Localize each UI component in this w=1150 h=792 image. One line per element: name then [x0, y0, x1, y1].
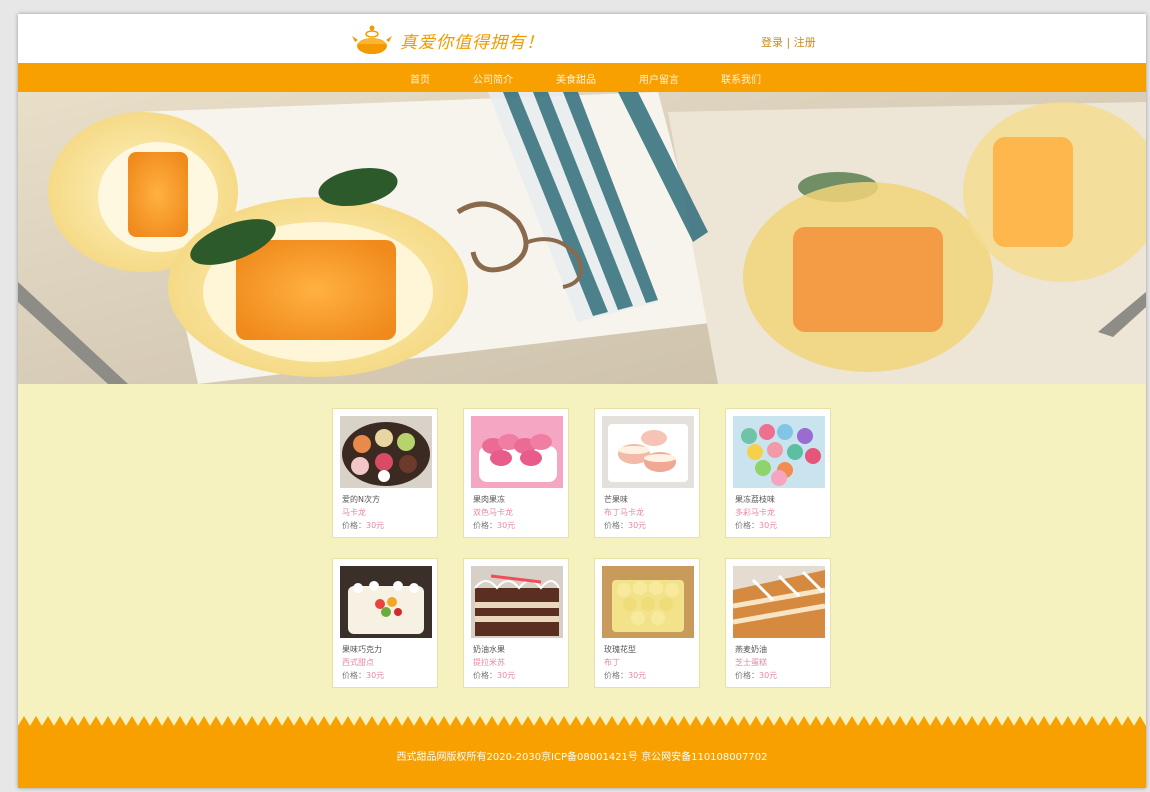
- product-price: 价格：30元: [342, 521, 385, 530]
- product-card[interactable]: 果味巧克力 西式甜点 价格：30元: [332, 558, 438, 688]
- banner-image: [18, 92, 1146, 384]
- product-price: 价格：30元: [735, 521, 778, 530]
- register-link[interactable]: 注册: [794, 36, 816, 49]
- site-header: 真爱你值得拥有！ 登录 | 注册: [18, 14, 1146, 63]
- site-slogan: 真爱你值得拥有！: [400, 33, 544, 53]
- product-card[interactable]: 奶油水果 提拉米苏 价格：30元: [463, 558, 569, 688]
- product-type: 布丁马卡龙: [604, 508, 644, 517]
- product-card[interactable]: 果冻荔枝味 多彩马卡龙 价格：30元: [725, 408, 831, 538]
- nav-item-home[interactable]: 首页: [410, 71, 430, 86]
- auth-separator: |: [783, 36, 794, 49]
- auth-links: 登录 | 注册: [761, 34, 816, 50]
- product-image[interactable]: [340, 416, 432, 488]
- product-type: 多彩马卡龙: [735, 508, 775, 517]
- product-type: 双色马卡龙: [473, 508, 513, 517]
- teapot-logo-icon[interactable]: [352, 22, 392, 56]
- product-name: 果冻荔枝味: [735, 495, 775, 504]
- product-price: 价格：30元: [604, 671, 647, 680]
- product-name: 玫瑰花型: [604, 645, 636, 654]
- nav-item-about[interactable]: 公司简介: [473, 71, 513, 86]
- product-card[interactable]: 芒果味 布丁马卡龙 价格：30元: [594, 408, 700, 538]
- product-card[interactable]: 果肉果冻 双色马卡龙 价格：30元: [463, 408, 569, 538]
- main-nav: 首页 公司简介 美食甜品 用户留言 联系我们: [18, 63, 1146, 92]
- product-name: 爱的N次方: [342, 495, 380, 504]
- product-type: 西式甜点: [342, 658, 374, 667]
- page-frame: 真爱你值得拥有！ 登录 | 注册 首页 公司简介 美食甜品 用户留言 联系我们: [18, 14, 1146, 788]
- product-name: 奶油水果: [473, 645, 505, 654]
- product-type: 提拉米苏: [473, 658, 505, 667]
- nav-item-contact[interactable]: 联系我们: [721, 71, 761, 86]
- product-price: 价格：30元: [473, 671, 516, 680]
- product-image[interactable]: [471, 566, 563, 638]
- product-price: 价格：30元: [604, 521, 647, 530]
- product-image[interactable]: [602, 416, 694, 488]
- product-image[interactable]: [340, 566, 432, 638]
- product-price: 价格：30元: [473, 521, 516, 530]
- product-card[interactable]: 燕麦奶油 芝士蛋糕 价格：30元: [725, 558, 831, 688]
- product-image[interactable]: [733, 416, 825, 488]
- product-name: 果味巧克力: [342, 645, 382, 654]
- product-type: 芝士蛋糕: [735, 658, 767, 667]
- product-name: 芒果味: [604, 495, 628, 504]
- product-type: 布丁: [604, 658, 620, 667]
- login-link[interactable]: 登录: [761, 36, 783, 49]
- product-image[interactable]: [471, 416, 563, 488]
- product-grid: 爱的N次方 马卡龙 价格：30元 果肉果冻 双色马卡龙 价格：30元 芒果味 布…: [18, 384, 1146, 714]
- product-name: 果肉果冻: [473, 495, 505, 504]
- footer-copyright: 西式甜品网版权所有2020-2030京ICP备08001421号 京公网安备11…: [396, 752, 768, 763]
- product-image[interactable]: [733, 566, 825, 638]
- product-name: 燕麦奶油: [735, 645, 767, 654]
- product-type: 马卡龙: [342, 508, 366, 517]
- product-card[interactable]: 玫瑰花型 布丁 价格：30元: [594, 558, 700, 688]
- site-footer: 西式甜品网版权所有2020-2030京ICP备08001421号 京公网安备11…: [18, 714, 1146, 788]
- product-card[interactable]: 爱的N次方 马卡龙 价格：30元: [332, 408, 438, 538]
- product-price: 价格：30元: [342, 671, 385, 680]
- product-price: 价格：30元: [735, 671, 778, 680]
- nav-item-messages[interactable]: 用户留言: [639, 71, 679, 86]
- product-image[interactable]: [602, 566, 694, 638]
- nav-item-desserts[interactable]: 美食甜品: [556, 71, 596, 86]
